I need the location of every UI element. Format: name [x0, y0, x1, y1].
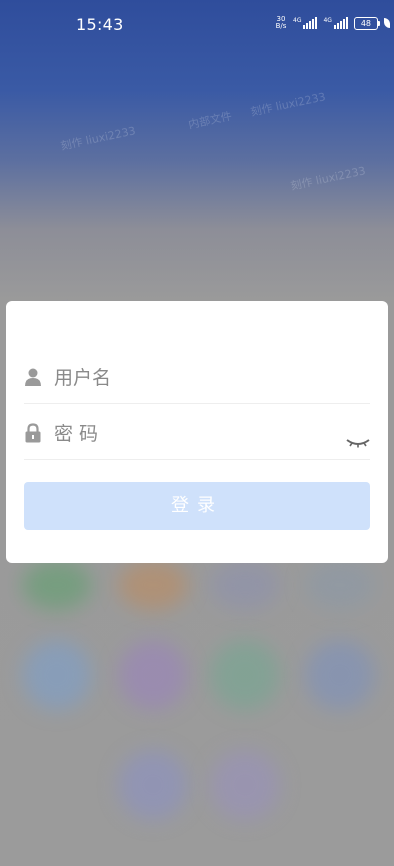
background-blur — [210, 560, 280, 610]
background-blur — [118, 560, 188, 610]
username-field[interactable]: 用户名 — [24, 351, 370, 404]
user-icon — [24, 367, 42, 387]
status-time: 15:43 — [76, 15, 124, 34]
power-saving-icon — [383, 18, 390, 28]
background-blur — [22, 640, 92, 710]
username-input[interactable] — [50, 359, 344, 395]
lock-icon — [24, 423, 42, 443]
password-input[interactable] — [50, 415, 344, 451]
watermark-user: 刻作 liuxi2233 — [249, 90, 327, 119]
signal-label: 4G — [323, 17, 332, 24]
status-bar: 15:43 30 B/s 4G 4G 48 — [0, 0, 394, 50]
signal-icon: 4G — [323, 17, 348, 29]
background-blur — [22, 560, 92, 610]
battery-icon: 48 — [353, 16, 380, 30]
login-button[interactable]: 登录 — [24, 482, 370, 530]
watermark-user: 刻作 liuxi2233 — [289, 164, 367, 193]
net-speed-indicator: 30 B/s — [275, 16, 287, 30]
background-blur — [305, 640, 375, 710]
status-icons: 30 B/s 4G 4G 48 — [275, 16, 390, 30]
background-blur — [305, 560, 375, 610]
eye-closed-icon[interactable] — [346, 433, 370, 448]
background-blur — [118, 750, 188, 820]
signal-icon: 4G — [293, 17, 318, 29]
watermark-user: 刻作 liuxi2233 — [59, 124, 137, 153]
signal-label: 4G — [293, 17, 302, 24]
password-field[interactable]: 密 码 — [24, 407, 370, 460]
watermark-doc: 内部文件 — [187, 109, 233, 132]
login-card: 用户名 密 码 登录 — [6, 301, 388, 563]
net-speed-unit: B/s — [275, 22, 287, 30]
background-blur — [118, 640, 188, 710]
background-blur — [210, 640, 280, 710]
background-blur — [210, 750, 280, 820]
